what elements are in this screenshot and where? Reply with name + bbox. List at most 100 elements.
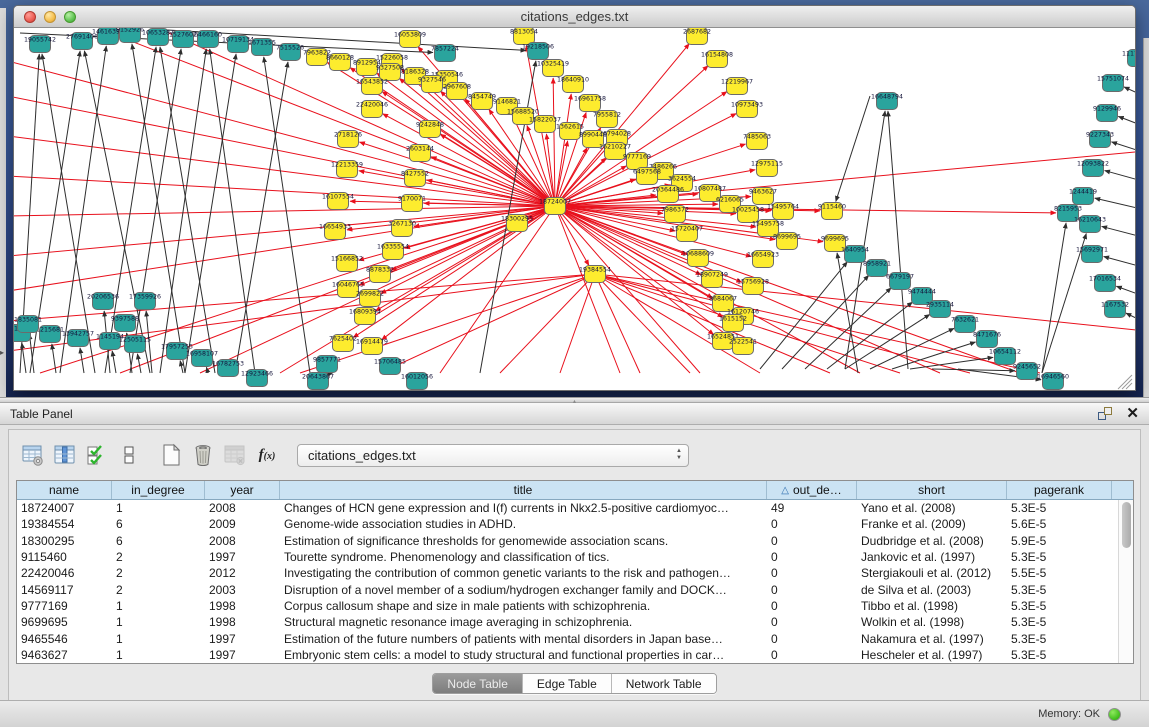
table-cell[interactable]: 2 [112,550,205,564]
graph-node-yellow[interactable]: 1615152 [719,315,747,332]
graph-node-teal[interactable]: 17016534 [1089,275,1121,292]
table-cell[interactable]: 9465546 [17,632,112,646]
table-selector-dropdown[interactable]: citations_edges.txt ▲▼ [297,444,689,467]
graph-node-teal[interactable]: 2935114 [926,301,954,318]
graph-node-teal[interactable]: 20206536 [87,293,119,310]
table-cell[interactable]: 1 [112,648,205,662]
table-row[interactable]: 2242004622012Investigating the contribut… [17,565,1133,581]
table-cell[interactable]: Estimation of significance thresholds fo… [280,534,767,548]
table-cell[interactable]: 2003 [205,583,280,597]
show-columns-button[interactable] [49,440,81,470]
table-cell[interactable]: 19384554 [17,517,112,531]
graph-node-yellow[interactable]: 6497568 [633,168,661,185]
table-cell[interactable]: Nakamura et al. (1997) [857,632,1007,646]
graph-node-yellow[interactable]: 8699695 [773,233,801,250]
graph-node-yellow[interactable]: 2687682 [683,28,711,45]
table-cell[interactable]: Jankovic et al. (1997) [857,550,1007,564]
table-cell[interactable]: Genome-wide association studies in ADHD. [280,517,767,531]
graph-node-teal[interactable]: 16012056 [401,373,433,390]
table-cell[interactable]: 22420046 [17,566,112,580]
close-panel-icon[interactable]: ✕ [1126,406,1139,421]
collapse-arrow-icon[interactable]: ▸ [0,348,4,357]
graph-node-yellow[interactable]: 16961758 [574,95,606,112]
table-cell[interactable]: 5.6E-5 [1007,517,1112,531]
table-cell[interactable]: 9115460 [17,550,112,564]
graph-node-teal[interactable]: 15751074 [1097,75,1129,92]
table-cell[interactable]: 2008 [205,501,280,515]
graph-node-yellow[interactable]: 7955812 [593,111,621,128]
table-cell[interactable]: 5.3E-5 [1007,583,1112,597]
graph-node-teal[interactable]: 8471676 [973,331,1001,348]
table-cell[interactable]: 5.3E-5 [1007,501,1112,515]
graph-node-yellow[interactable]: 8660128 [326,54,354,71]
table-cell[interactable]: Changes of HCN gene expression and I(f) … [280,501,767,515]
graph-node-teal[interactable]: 1215681 [36,326,64,343]
graph-node-teal[interactable]: 1244419 [1069,188,1097,205]
table-cell[interactable]: 5.3E-5 [1007,615,1112,629]
table-cell[interactable]: Tibbo et al. (1998) [857,599,1007,613]
graph-node-yellow[interactable]: 15166852 [331,255,363,272]
graph-node-teal[interactable]: 16210643 [1074,216,1106,233]
graph-node-yellow[interactable]: 7986372 [661,206,689,223]
graph-node-teal[interactable]: 19055742 [24,36,56,53]
graph-node-yellow[interactable]: 2718126 [334,131,362,148]
graph-node-teal[interactable]: 20643867 [302,373,334,390]
table-cell[interactable]: 0 [767,517,857,531]
graph-node-teal[interactable]: 9227343 [1086,131,1114,148]
table-cell[interactable]: 1997 [205,550,280,564]
table-cell[interactable]: 5.3E-5 [1007,550,1112,564]
table-cell[interactable]: 2008 [205,534,280,548]
graph-node-teal[interactable]: 15692971 [1076,246,1108,263]
graph-node-yellow[interactable]: 16107554 [322,193,354,210]
graph-node-yellow[interactable]: 9463627 [749,188,777,205]
table-cell[interactable]: 1 [112,615,205,629]
table-cell[interactable]: Hescheler et al. (1997) [857,648,1007,662]
table-cell[interactable]: Investigating the contribution of common… [280,566,767,580]
table-cell[interactable]: 1 [112,599,205,613]
scrollbar-thumb[interactable] [1122,502,1131,548]
column-header-short[interactable]: short [857,481,1007,499]
tab-network-table[interactable]: Network Table [612,674,716,693]
table-cell[interactable]: 49 [767,501,857,515]
graph-node-teal[interactable]: 6679197 [886,273,914,290]
graph-node-yellow[interactable]: 2699822 [356,290,384,307]
graph-node-teal[interactable]: 1671355 [248,39,276,56]
table-row[interactable]: 1938455462009Genome-wide association stu… [17,516,1133,532]
table-cell[interactable]: 14569117 [17,583,112,597]
column-header-out_de[interactable]: △out_de… [767,481,857,499]
table-cell[interactable]: 5.5E-5 [1007,566,1112,580]
graph-node-yellow[interactable]: 9242848 [416,121,444,138]
table-panel-titlebar[interactable]: Table Panel ✕ [0,403,1149,425]
graph-node-yellow[interactable]: 8878332 [366,266,394,283]
table-cell[interactable]: Disruption of a novel member of a sodium… [280,583,767,597]
function-builder-button[interactable]: f(x) [251,440,283,470]
table-cell[interactable]: 9463627 [17,648,112,662]
table-row[interactable]: 1872400712008Changes of HCN gene express… [17,500,1133,516]
tab-node-table[interactable]: Node Table [433,674,523,693]
table-settings-button[interactable] [17,440,49,470]
float-panel-icon[interactable] [1098,407,1112,420]
graph-node-yellow[interactable]: 22420046 [356,101,388,118]
graph-node-yellow[interactable]: 10973493 [731,101,763,118]
table-cell[interactable]: 18300295 [17,534,112,548]
graph-node-teal[interactable]: 10654112 [989,348,1021,365]
table-cell[interactable]: 1998 [205,615,280,629]
graph-node-teal[interactable]: 1527602 [169,31,197,48]
graph-node-yellow[interactable]: 16654933 [319,223,351,240]
table-cell[interactable]: 1997 [205,648,280,662]
graph-node-yellow[interactable]: 9170071 [398,195,426,212]
graph-node-teal[interactable]: 15706485 [374,358,406,375]
table-cell[interactable]: Estimation of the future numbers of pati… [280,632,767,646]
table-cell[interactable]: de Silva et al. (2003) [857,583,1007,597]
graph-node-teal[interactable]: 16648794 [871,93,903,110]
table-scrollbar[interactable] [1118,500,1133,663]
graph-node-yellow[interactable]: 3267130 [388,220,416,237]
table-cell[interactable]: Wolkin et al. (1998) [857,615,1007,629]
table-cell[interactable]: 5.9E-5 [1007,534,1112,548]
table-cell[interactable]: 1 [112,501,205,515]
graph-node-yellow[interactable]: 10688609 [682,250,714,267]
graph-node-yellow[interactable]: 9777169 [623,153,651,170]
table-row[interactable]: 1456911722003Disruption of a novel membe… [17,581,1133,597]
table-cell[interactable]: 0 [767,648,857,662]
table-cell[interactable]: Stergiakouli et al. (2012) [857,566,1007,580]
